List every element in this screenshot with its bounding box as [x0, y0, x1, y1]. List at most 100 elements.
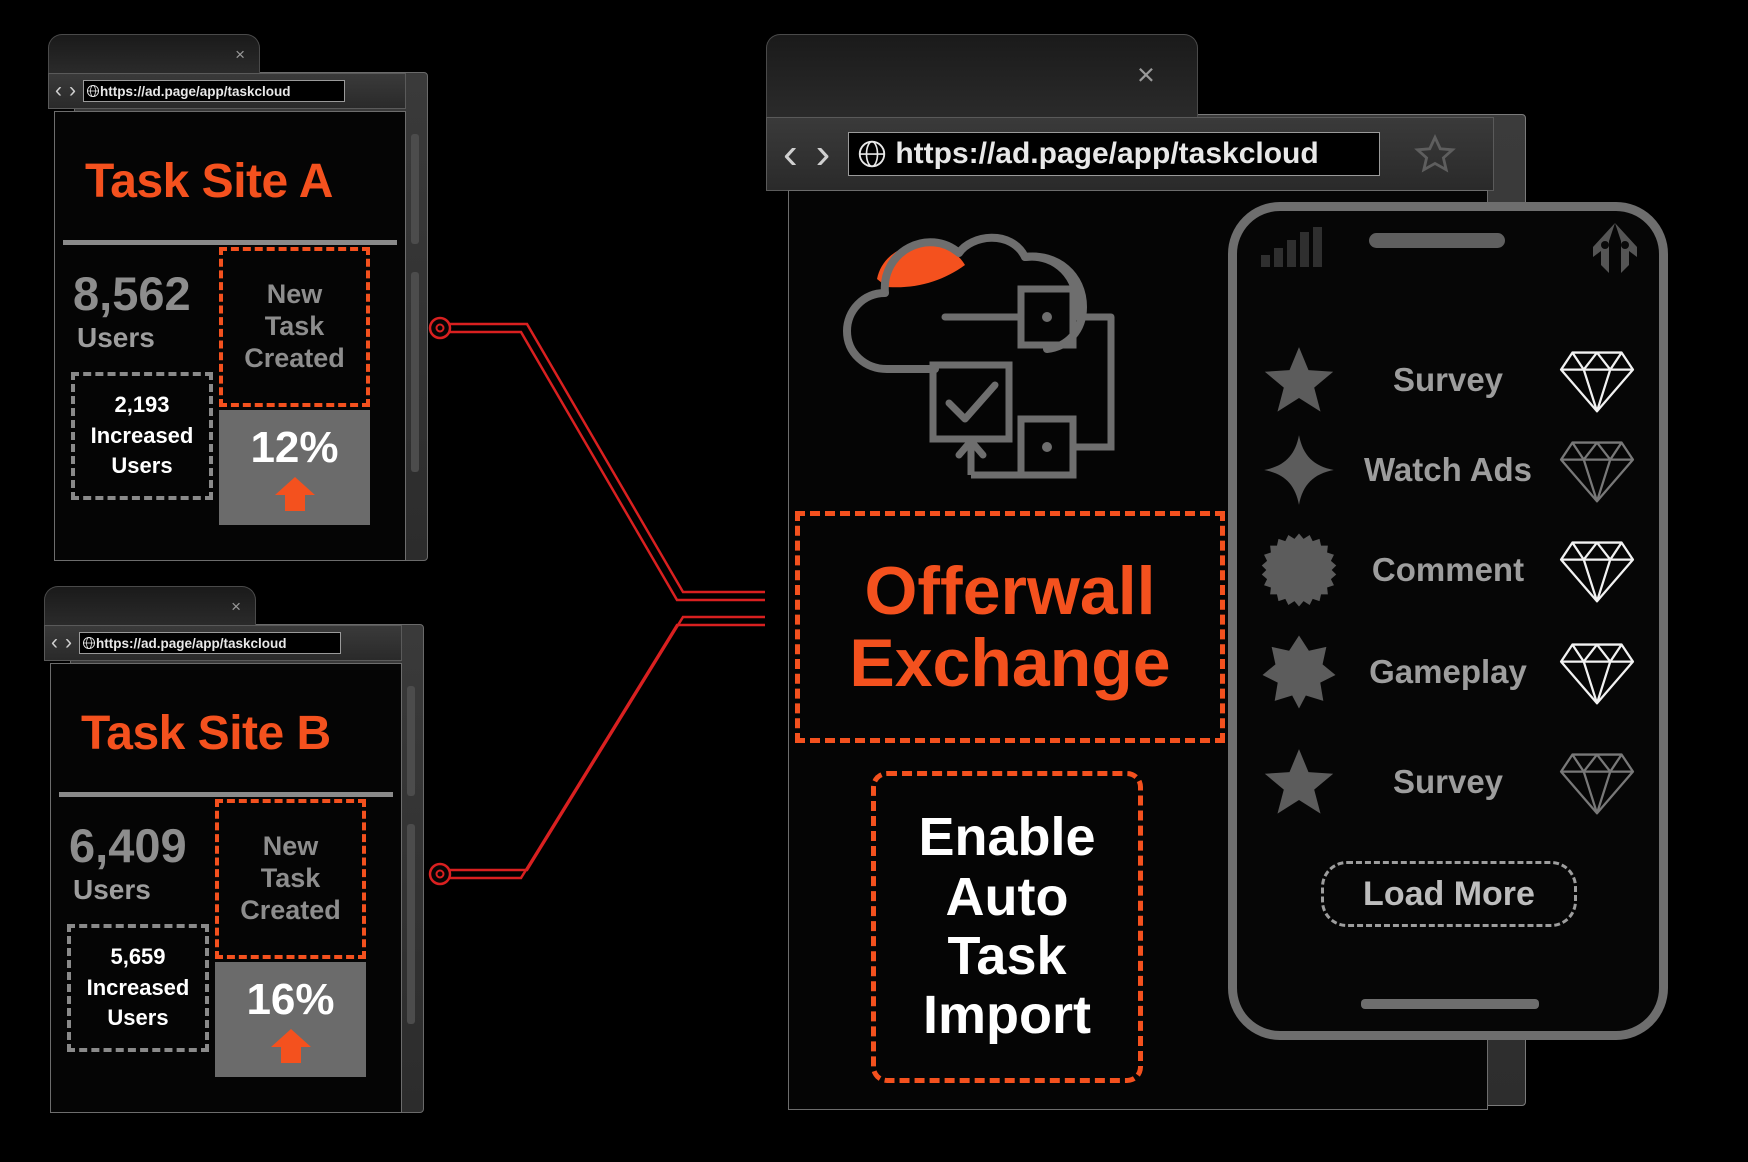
offerwall-line-2: Exchange	[849, 625, 1171, 701]
enable-line-4: Import	[923, 985, 1091, 1046]
vertical-scrollbar[interactable]	[407, 686, 415, 796]
new-task-created-badge: New Task Created	[215, 799, 366, 959]
tab-bar[interactable]: ×	[44, 586, 256, 626]
forward-icon[interactable]: ›	[69, 79, 76, 103]
browser-toolbar: ‹ › https://ad.page/app/taskcloud	[44, 625, 402, 661]
up-arrow-icon	[274, 476, 315, 511]
title-divider	[59, 792, 393, 797]
close-icon[interactable]: ×	[231, 598, 241, 615]
forward-icon[interactable]: ›	[816, 129, 831, 179]
new-task-line-2: Task	[260, 863, 321, 894]
growth-percent: 12%	[250, 422, 339, 472]
new-task-line-3: Created	[244, 342, 345, 373]
address-bar-url: https://ad.page/app/taskcloud	[100, 83, 291, 99]
rocket-icon	[1593, 223, 1637, 273]
diamond-icon	[1559, 441, 1635, 503]
offerwall-line-1: Offerwall	[864, 552, 1156, 629]
signal-bars-icon	[1261, 227, 1322, 267]
load-more-label: Load More	[1363, 874, 1535, 913]
address-bar[interactable]: https://ad.page/app/taskcloud	[83, 80, 345, 102]
diamond-icon	[1559, 351, 1635, 413]
up-arrow-icon	[270, 1028, 311, 1063]
growth-percent: 16%	[246, 974, 335, 1024]
back-icon[interactable]: ‹	[51, 631, 58, 655]
address-bar-url: https://ad.page/app/taskcloud	[96, 635, 287, 651]
enable-auto-task-import-button[interactable]: Enable Auto Task Import	[871, 771, 1143, 1083]
star-7-icon	[1262, 635, 1336, 709]
back-icon[interactable]: ‹	[55, 79, 62, 103]
diamond-icon	[1559, 541, 1635, 603]
star-5-icon	[1264, 749, 1334, 814]
page-viewport: Task Site B 6,409 Users New Task Created…	[50, 663, 415, 1113]
vertical-scrollbar[interactable]	[411, 134, 419, 244]
offer-row[interactable]: Comment	[1237, 529, 1659, 611]
connection-node-icon	[428, 862, 452, 886]
close-icon[interactable]: ×	[235, 46, 245, 63]
offer-label: Survey	[1392, 361, 1504, 398]
new-task-line-3: Created	[240, 894, 341, 925]
browser-toolbar: ‹ › https://ad.page/app/taskcloud	[48, 73, 406, 109]
offer-row[interactable]: Survey	[1237, 741, 1659, 823]
forward-icon[interactable]: ›	[65, 631, 72, 655]
task-site-a-window[interactable]: × ‹ › https://ad.page/app/taskcloud Task…	[48, 34, 428, 561]
offer-label: Gameplay	[1369, 653, 1527, 690]
offer-label: Survey	[1392, 763, 1504, 800]
close-icon[interactable]: ×	[1137, 59, 1155, 90]
home-indicator	[1361, 999, 1539, 1009]
new-task-line-1: New	[266, 279, 323, 310]
vertical-scrollbar-lower[interactable]	[407, 824, 415, 1024]
increased-count: 5,659	[110, 943, 166, 969]
offerwall-exchange-banner: Offerwall Exchange	[795, 511, 1225, 743]
increased-users-badge: 5,659 Increased Users	[67, 924, 209, 1052]
back-icon[interactable]: ‹	[783, 129, 798, 179]
smartphone-mockup: Survey Watch Ads Comment Gameplay Survey…	[1228, 202, 1668, 1040]
enable-line-1: Enable	[918, 807, 1096, 868]
growth-percent-tile: 12%	[219, 410, 370, 525]
offer-label: Comment	[1371, 551, 1525, 588]
increased-line-1: Increased	[86, 974, 190, 1000]
page-viewport: Task Site A 8,562 Users New Task Created…	[54, 111, 419, 561]
cloud-task-network-icon	[843, 233, 1115, 479]
browser-toolbar: ‹ › https://ad.page/app/taskcloud	[766, 117, 1494, 191]
diagram-canvas: × ‹ › https://ad.page/app/taskcloud Task…	[0, 0, 1748, 1162]
growth-percent-tile: 16%	[215, 962, 366, 1077]
offer-row[interactable]: Survey	[1237, 339, 1659, 421]
enable-line-2: Auto	[945, 866, 1069, 927]
connection-node-icon	[428, 316, 452, 340]
new-task-line-2: Task	[264, 311, 325, 342]
speaker-grill-icon	[1369, 233, 1505, 248]
star-5-icon	[1264, 347, 1334, 412]
address-bar[interactable]: https://ad.page/app/taskcloud	[848, 132, 1381, 176]
address-bar[interactable]: https://ad.page/app/taskcloud	[79, 632, 341, 654]
users-label: Users	[77, 322, 155, 353]
increased-line-2: Users	[107, 1005, 169, 1031]
page-title: Task Site A	[85, 155, 333, 208]
load-more-button[interactable]: Load More	[1321, 861, 1577, 927]
tab-bar[interactable]: ×	[48, 34, 260, 74]
task-site-b-window[interactable]: × ‹ › https://ad.page/app/taskcloud Task…	[44, 586, 424, 1113]
page-title: Task Site B	[81, 707, 331, 760]
globe-icon	[859, 140, 886, 168]
bookmark-star-icon[interactable]	[1414, 133, 1457, 175]
sparkle-4-icon	[1264, 435, 1334, 505]
offer-label: Watch Ads	[1363, 451, 1533, 488]
tab-bar[interactable]: ×	[766, 34, 1198, 118]
globe-icon	[82, 636, 96, 650]
enable-line-3: Task	[947, 926, 1067, 986]
offer-row[interactable]: Watch Ads	[1237, 429, 1659, 511]
users-count: 6,409	[69, 819, 187, 872]
new-task-created-badge: New Task Created	[219, 247, 370, 407]
diamond-icon	[1559, 643, 1635, 705]
title-divider	[63, 240, 397, 245]
users-label: Users	[73, 874, 151, 905]
users-count: 8,562	[73, 267, 191, 320]
new-task-line-1: New	[262, 831, 319, 862]
vertical-scrollbar-lower[interactable]	[411, 272, 419, 472]
address-bar-url: https://ad.page/app/taskcloud	[895, 137, 1319, 170]
globe-icon	[86, 84, 100, 98]
increased-count: 2,193	[114, 391, 170, 417]
burst-circle-icon	[1261, 533, 1337, 607]
increased-users-badge: 2,193 Increased Users	[71, 372, 213, 500]
offer-row[interactable]: Gameplay	[1237, 631, 1659, 713]
increased-line-1: Increased	[90, 422, 194, 448]
